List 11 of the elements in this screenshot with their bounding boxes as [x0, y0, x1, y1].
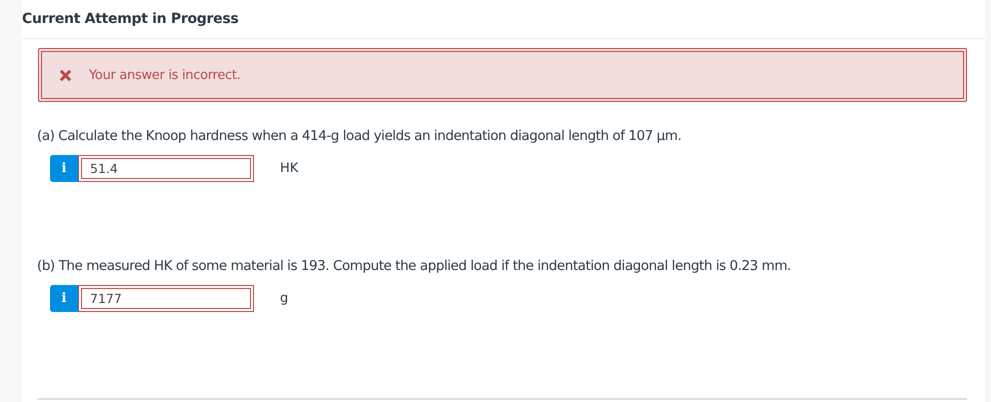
alert-message: Your answer is incorrect.	[89, 68, 240, 82]
answer-field[interactable]: 51.4	[78, 155, 254, 182]
unit-label: g	[280, 291, 288, 306]
section-heading: Current Attempt in Progress	[22, 11, 238, 27]
question-text: (b) The measured HK of some material is 193. Compute the applied load if the indentation diagonal length is 0.23 mm.	[37, 258, 792, 274]
cross-icon	[59, 68, 72, 82]
question-text: (a) Calculate the Knoop hardness when a 414-g load yields an indentation diagonal length of 107 μm.	[37, 128, 682, 144]
info-button[interactable]: i	[50, 155, 78, 182]
unit-label: HK	[280, 161, 298, 176]
info-button[interactable]: i	[50, 285, 78, 312]
answer-field[interactable]: 7177	[78, 285, 254, 312]
